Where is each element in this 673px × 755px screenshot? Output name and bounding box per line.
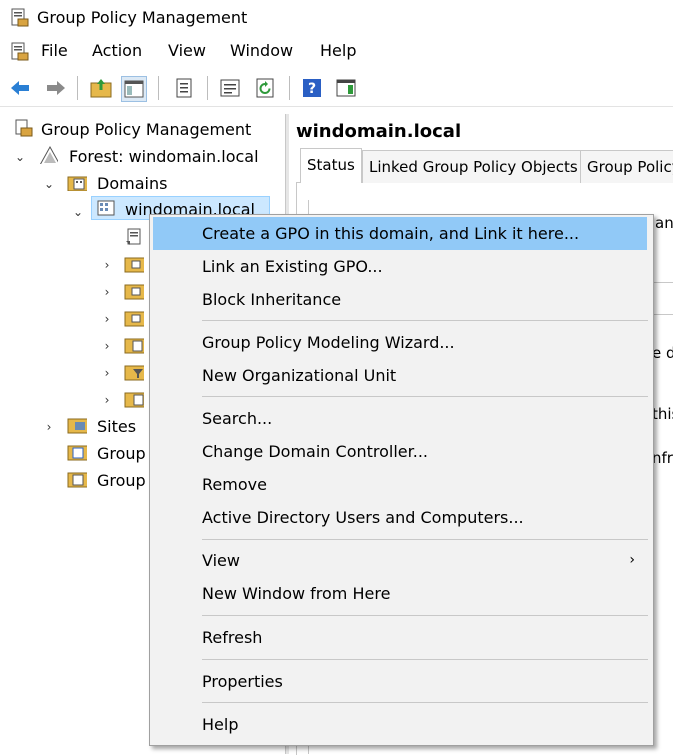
menu-item-label: New Organizational Unit: [202, 366, 397, 385]
menu-separator: [202, 396, 648, 397]
action-pane-icon[interactable]: [334, 76, 358, 100]
svg-text:?: ?: [308, 81, 316, 97]
menu-item-help[interactable]: Help: [153, 708, 647, 741]
tree-node-domains[interactable]: Domains: [97, 174, 167, 193]
menu-window[interactable]: Window: [230, 41, 293, 60]
chevron-down-icon[interactable]: ⌄: [72, 205, 84, 219]
chevron-right-icon[interactable]: ›: [101, 393, 113, 407]
pane-title: windomain.local: [296, 121, 462, 142]
ou-folder-icon: [124, 257, 144, 273]
starter-gpos-folder-icon: [124, 392, 144, 408]
wmi-filters-folder-icon: [124, 365, 144, 381]
domain-icon: [97, 200, 115, 216]
menu-separator: [202, 702, 648, 703]
menu-item-label: Search...: [202, 409, 273, 428]
ou-folder-icon: [124, 284, 144, 300]
menu-item-label: Help: [202, 715, 239, 734]
gpm-root-icon: [15, 119, 33, 137]
toolbar-separator: [289, 76, 290, 100]
menu-item-label: New Window from Here: [202, 584, 391, 603]
tree-node-modeling[interactable]: Group: [97, 444, 146, 463]
chevron-right-icon: ›: [629, 552, 635, 568]
properties-icon[interactable]: [218, 76, 242, 100]
tab-group-policy-inheritance[interactable]: Group Policy: [580, 150, 673, 183]
menu-item-view[interactable]: View ›: [153, 544, 647, 577]
results-icon: [67, 472, 87, 488]
app-icon: [11, 8, 29, 27]
menu-item-aduc[interactable]: Active Directory Users and Computers...: [153, 501, 647, 534]
status-text-fragment: e d: [652, 344, 673, 362]
tab-linked-gpos[interactable]: Linked Group Policy Objects: [362, 150, 585, 183]
tree-node-results[interactable]: Group: [97, 471, 146, 490]
menu-item-create-gpo[interactable]: Create a GPO in this domain, and Link it…: [153, 217, 647, 250]
menu-item-label: View: [202, 551, 240, 570]
chevron-down-icon[interactable]: ⌄: [14, 150, 26, 164]
menu-item-new-ou[interactable]: New Organizational Unit: [153, 359, 647, 392]
menu-item-search[interactable]: Search...: [153, 402, 647, 435]
up-folder-icon[interactable]: [89, 76, 113, 100]
menu-item-label: Refresh: [202, 628, 263, 647]
show-hide-tree-icon[interactable]: [121, 76, 147, 102]
menu-item-label: Change Domain Controller...: [202, 442, 429, 461]
menu-item-label: Group Policy Modeling Wizard...: [202, 333, 455, 352]
domains-folder-icon: [67, 176, 87, 191]
chevron-right-icon[interactable]: ›: [101, 366, 113, 380]
menu-separator: [202, 320, 648, 321]
chevron-right-icon[interactable]: ›: [101, 285, 113, 299]
menu-item-refresh[interactable]: Refresh: [153, 621, 647, 654]
status-text-fragment: nfr: [652, 449, 673, 467]
back-icon[interactable]: [8, 76, 32, 100]
title-bar: Group Policy Management: [0, 0, 673, 36]
menu-item-label: Remove: [202, 475, 267, 494]
toolbar-separator: [77, 76, 78, 100]
menu-item-change-dc[interactable]: Change Domain Controller...: [153, 435, 647, 468]
status-text-fragment: an: [655, 214, 673, 232]
chevron-right-icon[interactable]: ›: [101, 339, 113, 353]
menu-item-label: Active Directory Users and Computers...: [202, 508, 524, 527]
menu-item-modeling-wizard[interactable]: Group Policy Modeling Wizard...: [153, 326, 647, 359]
app-menu-icon[interactable]: [10, 42, 30, 62]
menu-separator: [202, 539, 648, 540]
menu-item-label: Create a GPO in this domain, and Link it…: [202, 224, 580, 243]
menu-item-block-inheritance[interactable]: Block Inheritance: [153, 283, 647, 316]
modeling-icon: [67, 445, 87, 461]
divider: [652, 314, 673, 315]
tree-node-forest[interactable]: Forest: windomain.local: [69, 147, 259, 166]
help-icon[interactable]: ?: [300, 76, 324, 100]
tree-node-root[interactable]: Group Policy Management: [41, 120, 251, 139]
forest-icon: [39, 146, 58, 164]
ou-folder-icon: [124, 311, 144, 327]
chevron-right-icon[interactable]: ›: [101, 258, 113, 272]
menu-item-label: Block Inheritance: [202, 290, 342, 309]
sites-folder-icon: [67, 418, 87, 434]
menu-separator: [202, 615, 648, 616]
forward-icon[interactable]: [44, 76, 68, 100]
copy-icon[interactable]: [172, 76, 196, 100]
menu-item-remove[interactable]: Remove: [153, 468, 647, 501]
chevron-right-icon[interactable]: ›: [101, 312, 113, 326]
tree-node-sites[interactable]: Sites: [97, 417, 136, 436]
menu-file[interactable]: File: [41, 41, 68, 60]
gpo-folder-icon: [124, 338, 144, 354]
menu-action[interactable]: Action: [92, 41, 142, 60]
toolbar-separator: [158, 76, 159, 100]
menu-item-label: Properties: [202, 672, 283, 691]
menu-item-link-existing-gpo[interactable]: Link an Existing GPO...: [153, 250, 647, 283]
tab-status[interactable]: Status: [300, 148, 362, 183]
refresh-icon[interactable]: [253, 76, 277, 100]
menu-item-properties[interactable]: Properties: [153, 665, 647, 698]
menu-item-label: Link an Existing GPO...: [202, 257, 383, 276]
menu-help[interactable]: Help: [320, 41, 356, 60]
status-text-fragment: this: [652, 405, 673, 423]
menu-separator: [202, 659, 648, 660]
chevron-down-icon[interactable]: ⌄: [43, 177, 55, 191]
menu-item-new-window[interactable]: New Window from Here: [153, 577, 647, 610]
divider: [652, 282, 673, 283]
chevron-right-icon[interactable]: ›: [43, 420, 55, 434]
toolbar-separator: [207, 76, 208, 100]
menu-view[interactable]: View: [168, 41, 206, 60]
window-title: Group Policy Management: [37, 8, 248, 27]
gpo-link-icon: [126, 228, 141, 245]
